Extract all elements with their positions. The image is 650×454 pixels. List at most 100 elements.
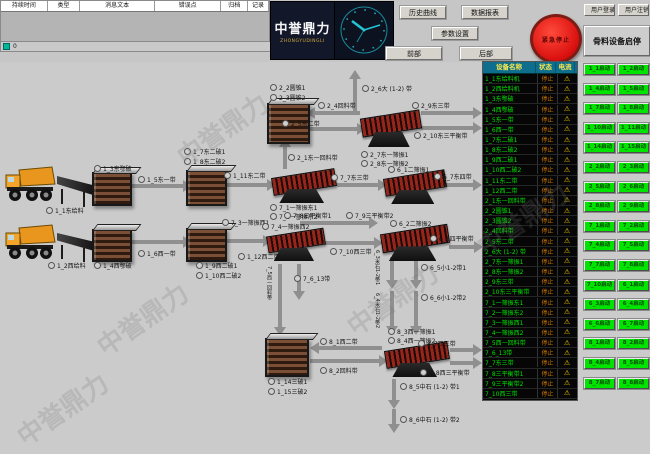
start-button[interactable]: 6_7启动 (618, 319, 649, 330)
start-button[interactable]: 6_1启动 (618, 280, 649, 291)
start-button[interactable]: 1_7启动 (584, 103, 615, 114)
start-button[interactable]: 2_9启动 (618, 201, 649, 212)
device-row: 1_8东二破2停止⚠ (483, 145, 577, 155)
start-button[interactable]: 1_10启动 (584, 123, 615, 134)
device-row: 2_2圆锥1停止⚠ (483, 206, 577, 216)
flow-label: 7_9三平衡带2 (346, 211, 393, 220)
start-button[interactable]: 6_4启动 (618, 299, 649, 310)
start-button[interactable]: 1_2启动 (618, 64, 649, 75)
device-name: 2_4回料带 (483, 226, 538, 235)
flow-arrow (392, 409, 396, 425)
flow-label: 1_1东给料 (46, 206, 84, 215)
device-name: 2_9东三带 (483, 277, 538, 286)
flow-label: 2_4回料带 (318, 101, 356, 110)
start-button[interactable]: 8_4启动 (584, 358, 615, 369)
flow-label: 1_7东二破1 (184, 147, 225, 156)
current-alarm-icon: ⚠ (558, 268, 576, 276)
flow-label: 2_3圆锥2 (270, 93, 305, 102)
device-status: 停止 (538, 155, 558, 164)
start-button[interactable]: 8_7启动 (584, 378, 615, 389)
start-button[interactable]: 2_5启动 (584, 182, 615, 193)
start-button[interactable]: 2_3启动 (618, 162, 649, 173)
vibrating-screen-east2-icon[interactable] (361, 111, 419, 147)
start-button[interactable]: 2_8启动 (584, 201, 615, 212)
history-curve-button[interactable]: 历史曲线 (400, 6, 446, 19)
device-row: 1_3东鄂破停止⚠ (483, 94, 577, 104)
device-status: 停止 (538, 308, 558, 317)
current-alarm-icon: ⚠ (558, 196, 576, 204)
data-report-button[interactable]: 数据报表 (462, 6, 508, 19)
user-login-button[interactable]: 用户登录 (584, 4, 615, 16)
start-button[interactable]: 8_1启动 (584, 338, 615, 349)
start-button[interactable]: 1_1启动 (584, 64, 615, 75)
secondary-crusher-east-icon[interactable] (186, 170, 227, 206)
rear-section-button[interactable]: 后部 (460, 47, 512, 60)
start-button[interactable]: 7_4启动 (584, 240, 615, 251)
start-button[interactable]: 1_5启动 (618, 84, 649, 95)
vibrating-feeder-icon[interactable] (57, 233, 93, 259)
device-row: 7_5西一回料带停止⚠ (483, 338, 577, 348)
device-name: 7_6_13带 (483, 348, 538, 357)
alarm-status-icon (3, 43, 10, 50)
vibrating-feeder-icon[interactable] (57, 176, 93, 204)
start-button[interactable]: 2_6启动 (618, 182, 649, 193)
device-row: 7_3一筛振西1停止⚠ (483, 318, 577, 328)
vibrating-screen-east1-icon[interactable] (272, 170, 334, 203)
start-button[interactable]: 7_10启动 (584, 280, 615, 291)
current-alarm-icon: ⚠ (558, 75, 576, 83)
device-column-header: 设备名称 (483, 62, 536, 73)
jaw-crusher-east-icon[interactable] (92, 172, 132, 206)
current-alarm-icon: ⚠ (558, 328, 576, 336)
start-button[interactable]: 7_1启动 (584, 221, 615, 232)
brand-latin: ZHONGYUDINGLI (280, 39, 325, 44)
flow-label: 2_2圆锥1 (270, 83, 305, 92)
dump-truck-icon[interactable] (4, 224, 56, 262)
current-alarm-icon: ⚠ (558, 176, 576, 184)
jaw-crusher-west-icon[interactable] (92, 229, 132, 262)
device-name: 1_1东给料机 (483, 74, 538, 83)
start-button[interactable]: 6_6启动 (584, 319, 615, 330)
vibrating-screen-6-2-icon[interactable] (381, 226, 447, 261)
current-alarm-icon: ⚠ (558, 115, 576, 123)
device-name: 2_1东一回料带 (483, 196, 538, 205)
start-button[interactable]: 7_5启动 (618, 240, 649, 251)
start-button[interactable]: 8_2启动 (618, 338, 649, 349)
emergency-stop-button[interactable]: 紧急停止 (530, 14, 582, 64)
device-table-body: 1_1东给料机停止⚠1_2西给料机停止⚠1_3东鄂破停止⚠1_4西鄂破停止⚠1_… (483, 74, 577, 399)
current-alarm-icon: ⚠ (558, 237, 576, 245)
device-name: 7_10西三带 (483, 389, 538, 398)
start-button[interactable]: 2_2启动 (584, 162, 615, 173)
device-status: 停止 (538, 165, 558, 174)
start-button[interactable]: 1_15启动 (618, 142, 649, 153)
start-button[interactable]: 6_3启动 (584, 299, 615, 310)
watermark: 中誉鼎力 (9, 364, 115, 454)
current-alarm-icon: ⚠ (558, 247, 576, 255)
user-logout-button[interactable]: 用户注销 (618, 4, 649, 16)
start-button[interactable]: 8_5启动 (618, 358, 649, 369)
tertiary-crusher-icon[interactable] (265, 338, 309, 377)
dump-truck-icon[interactable] (4, 166, 56, 204)
start-button[interactable]: 8_8启动 (618, 378, 649, 389)
current-alarm-icon: ⚠ (558, 125, 576, 133)
alarm-status-bar: 0 (1, 41, 271, 51)
start-button[interactable]: 1_11启动 (618, 123, 649, 134)
secondary-crusher-west-icon[interactable] (186, 228, 227, 262)
start-button[interactable]: 1_8启动 (618, 103, 649, 114)
start-button[interactable]: 1_4启动 (584, 84, 615, 95)
flow-label: 8_8西三平衡带 (420, 368, 470, 377)
alarm-column-header: 错误点 (155, 1, 222, 11)
start-button[interactable]: 7_7启动 (584, 260, 615, 271)
parameter-settings-button[interactable]: 参数设置 (432, 27, 478, 40)
device-name: 1_11东二带 (483, 176, 538, 185)
device-status: 停止 (538, 257, 558, 266)
device-name: 1_9西二破1 (483, 155, 538, 164)
start-button[interactable]: 1_14启动 (584, 142, 615, 153)
flow-arrow (318, 346, 382, 350)
device-column-header: 状态 (536, 62, 556, 73)
start-button[interactable]: 7_8启动 (618, 260, 649, 271)
front-section-button[interactable]: 前部 (386, 47, 442, 60)
device-name: 2_7东一筛振1 (483, 257, 538, 266)
device-name: 2_5东二带 (483, 237, 538, 246)
start-button[interactable]: 7_2启动 (618, 221, 649, 232)
device-name: 1_5东一带 (483, 115, 538, 124)
